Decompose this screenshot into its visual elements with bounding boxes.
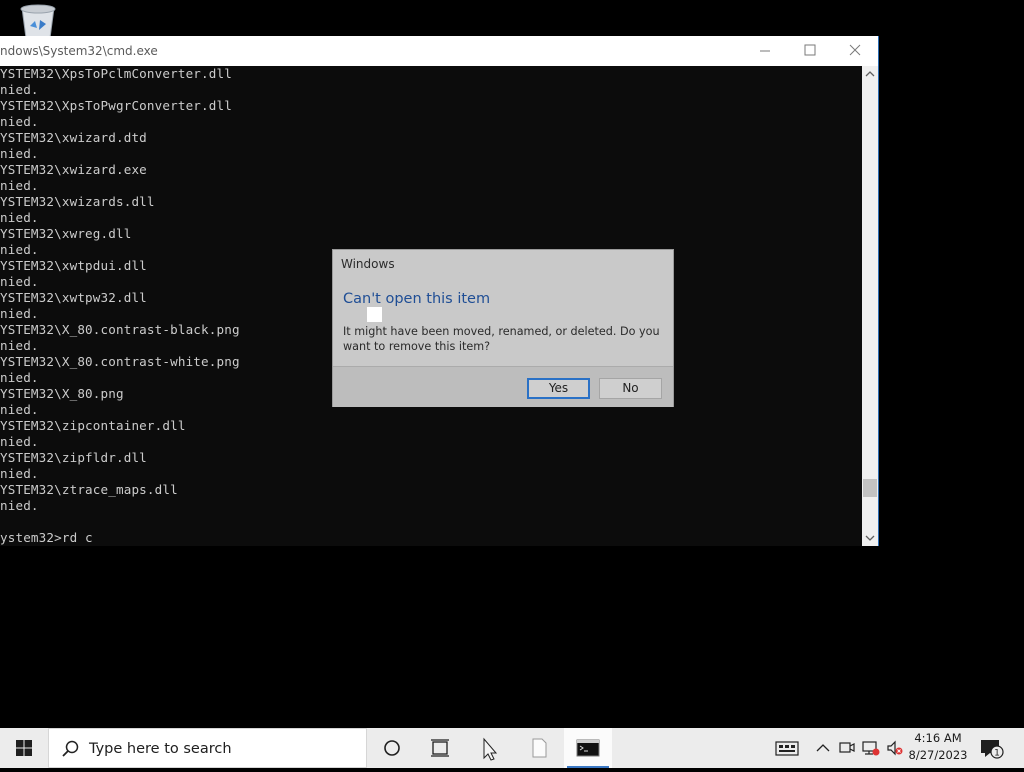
- network-icon[interactable]: [861, 738, 881, 758]
- console-line: nied.: [0, 146, 39, 161]
- console-line: nied.: [0, 402, 39, 417]
- console-line: nied.: [0, 306, 39, 321]
- close-button[interactable]: [832, 36, 878, 66]
- cortana-circle-icon: [384, 740, 400, 756]
- mouse-pointer-icon: [483, 737, 498, 761]
- dialog-message: It might have been moved, renamed, or de…: [343, 325, 660, 353]
- console-line: nied.: [0, 274, 39, 289]
- file-icon: [532, 738, 547, 758]
- clock-date: 8/27/2023: [908, 748, 968, 762]
- console-line: nied.: [0, 466, 39, 481]
- notification-count: 1: [994, 749, 1000, 759]
- console-line: YSTEM32\xwtpw32.dll: [0, 290, 147, 305]
- console-line: YSTEM32\X_80.contrast-black.png: [0, 322, 240, 337]
- touch-keyboard-icon[interactable]: [775, 738, 799, 758]
- task-view-button[interactable]: [416, 728, 464, 768]
- dialog-footer: Yes No: [333, 366, 673, 407]
- recycle-bin-icon[interactable]: [16, 4, 60, 39]
- task-view-icon: [431, 739, 449, 757]
- volume-muted-icon[interactable]: [885, 738, 905, 758]
- console-line: nied.: [0, 114, 39, 129]
- search-placeholder: Type here to search: [89, 741, 232, 757]
- search-box[interactable]: Type here to search: [48, 728, 367, 768]
- console-line: nied.: [0, 434, 39, 449]
- vertical-scrollbar[interactable]: [862, 66, 878, 546]
- yes-button[interactable]: Yes: [527, 378, 590, 399]
- taskbar-app-cmd[interactable]: [564, 728, 612, 768]
- show-hidden-icons-chevron-icon[interactable]: [813, 738, 833, 758]
- search-icon: [61, 739, 81, 759]
- action-center-button[interactable]: 1: [976, 736, 1006, 760]
- console-line: YSTEM32\zipcontainer.dll: [0, 418, 186, 433]
- clock-time: 4:16 AM: [914, 731, 962, 745]
- meet-now-icon[interactable]: [837, 738, 857, 758]
- minimize-button[interactable]: [742, 36, 788, 66]
- console-line: nied.: [0, 338, 39, 353]
- command-prompt-icon: [576, 739, 600, 757]
- taskbar: Type here to search 4:16 AM 8/27/2023 1: [0, 728, 1024, 768]
- dialog-heading: Can't open this item: [343, 291, 491, 307]
- console-line: YSTEM32\XpsToPwgrConverter.dll: [0, 98, 232, 113]
- console-line: nied.: [0, 178, 39, 193]
- console-line: YSTEM32\X_80.png: [0, 386, 124, 401]
- command-prompt[interactable]: ystem32>rd c: [0, 530, 93, 546]
- console-line: nied.: [0, 498, 39, 513]
- cmd-titlebar[interactable]: ndows\System32\cmd.exe: [0, 36, 878, 66]
- dialog-title: Windows: [341, 257, 395, 271]
- console-line: YSTEM32\xwtpdui.dll: [0, 258, 147, 273]
- scroll-thumb[interactable]: [863, 479, 877, 497]
- error-dialog: Windows Can't open this item It might ha…: [332, 249, 674, 407]
- cortana-button[interactable]: [368, 728, 416, 768]
- console-line: nied.: [0, 210, 39, 225]
- console-line: YSTEM32\xwizards.dll: [0, 194, 155, 209]
- text-cursor: [367, 307, 382, 322]
- console-line: YSTEM32\XpsToPclmConverter.dll: [0, 66, 232, 81]
- console-line: YSTEM32\X_80.contrast-white.png: [0, 354, 240, 369]
- console-line: YSTEM32\xwreg.dll: [0, 226, 132, 241]
- console-line: YSTEM32\xwizard.dtd: [0, 130, 147, 145]
- console-line: nied.: [0, 242, 39, 257]
- console-line: YSTEM32\xwizard.exe: [0, 162, 147, 177]
- no-button[interactable]: No: [599, 378, 662, 399]
- console-lines: YSTEM32\XpsToPclmConverter.dll nied. YSTEM…: [0, 66, 240, 530]
- taskbar-app-cursor[interactable]: [466, 728, 514, 768]
- scroll-up-arrow-icon[interactable]: [862, 66, 878, 82]
- notification-icon: 1: [981, 740, 1004, 759]
- windows-logo-icon: [16, 740, 32, 756]
- start-button[interactable]: [0, 728, 48, 768]
- system-clock[interactable]: 4:16 AM 8/27/2023: [906, 730, 970, 764]
- taskbar-app-file[interactable]: [515, 728, 563, 768]
- maximize-button[interactable]: [787, 36, 833, 66]
- scroll-down-arrow-icon[interactable]: [862, 530, 878, 546]
- console-line: YSTEM32\zipfldr.dll: [0, 450, 147, 465]
- console-line: nied.: [0, 82, 39, 97]
- console-line: nied.: [0, 370, 39, 385]
- window-title: ndows\System32\cmd.exe: [0, 44, 158, 58]
- console-line: YSTEM32\ztrace_maps.dll: [0, 482, 178, 497]
